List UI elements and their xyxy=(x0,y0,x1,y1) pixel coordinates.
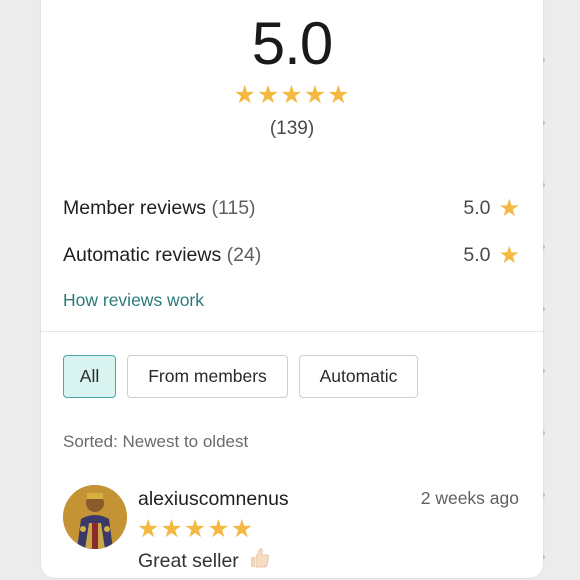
member-reviews-score: 5.0 xyxy=(463,196,491,219)
star-icon: ★ xyxy=(498,194,520,222)
filter-automatic-button[interactable]: Automatic xyxy=(299,355,418,398)
member-reviews-count: (115) xyxy=(211,196,256,219)
reviewer-name[interactable]: alexiuscomnenus xyxy=(138,488,289,511)
star-icon: ★ xyxy=(498,241,520,269)
review-text: Great seller xyxy=(138,549,239,572)
review-comment: Great seller xyxy=(138,546,271,576)
average-stars: ★★★★★ xyxy=(233,81,351,109)
average-score: 5.0 xyxy=(251,10,333,77)
sort-order-text: Sorted: Newest to oldest xyxy=(63,432,249,451)
review-total-count: (139) xyxy=(269,118,315,139)
reviewer-avatar[interactable] xyxy=(63,485,127,549)
member-reviews-row: Member reviews (115) 5.0 ★ xyxy=(63,193,520,223)
review-stars: ★★★★★ xyxy=(137,515,255,543)
automatic-reviews-count: (24) xyxy=(226,243,262,266)
member-reviews-label: Member reviews xyxy=(63,196,207,219)
filter-from-members-button[interactable]: From members xyxy=(127,355,288,398)
automatic-reviews-score: 5.0 xyxy=(463,243,491,266)
divider xyxy=(41,331,543,332)
filter-all-button[interactable]: All xyxy=(63,355,116,398)
automatic-reviews-row: Automatic reviews (24) 5.0 ★ xyxy=(63,240,520,270)
thumbs-up-icon xyxy=(247,546,271,576)
automatic-reviews-label: Automatic reviews xyxy=(63,243,222,266)
how-reviews-work-link[interactable]: How reviews work xyxy=(63,290,204,311)
review-date: 2 weeks ago xyxy=(420,488,519,508)
reviews-card: 5.0 ★★★★★ (139) Member reviews (115) 5.0… xyxy=(41,0,543,578)
